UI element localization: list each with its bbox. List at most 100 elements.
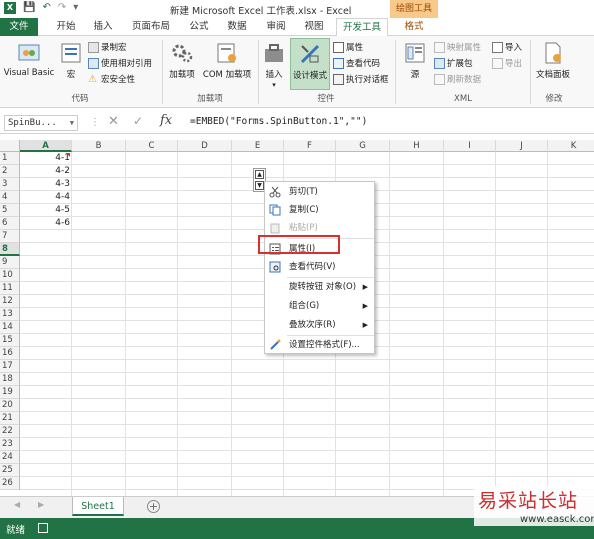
undo-icon[interactable]: ↶ [42, 2, 50, 14]
insert-function-button[interactable]: fx [160, 113, 172, 128]
document-panel-button[interactable]: 文档面板 [533, 41, 573, 80]
expansion-packs-button[interactable]: 扩展包 [434, 57, 473, 69]
formula-input[interactable]: =EMBED("Forms.SpinButton.1","") [190, 116, 367, 127]
cell-a1[interactable]: 4-1 [22, 152, 70, 165]
refresh-data-button[interactable]: 刷新数据 [434, 73, 481, 85]
save-icon[interactable]: 💾 [23, 2, 35, 14]
scroll-right-icon[interactable]: ▶ [38, 500, 44, 509]
view-code-button[interactable]: 查看代码 [333, 57, 380, 69]
menu-item-view-code[interactable]: 查看代码(V) [265, 258, 374, 276]
formula-bar: SpinBu... ▼ ⋮ ✕ ✓ fx =EMBED("Forms.SpinBu… [0, 112, 594, 134]
menu-item-spin-button-object[interactable]: 旋转按钮 对象(O) ▶ [265, 278, 374, 296]
tab-format[interactable]: 格式 [392, 18, 436, 36]
cell-a2[interactable]: 4-2 [22, 165, 70, 178]
column-header-k[interactable]: K [548, 140, 594, 152]
design-mode-button[interactable]: 设计模式 [290, 38, 330, 90]
row-header-2[interactable]: 2 [0, 165, 20, 178]
row-header-18[interactable]: 18 [0, 373, 20, 386]
menu-item-cut[interactable]: 剪切(T) [265, 183, 374, 201]
record-macro-button[interactable]: 录制宏 [88, 41, 127, 53]
row-header-6[interactable]: 6 [0, 217, 20, 230]
row-header-9[interactable]: 9 [0, 256, 20, 269]
visual-basic-button[interactable]: Visual Basic [3, 41, 55, 78]
column-header-e[interactable]: E [232, 140, 284, 152]
cell-a6[interactable]: 4-6 [22, 217, 70, 230]
column-header-f[interactable]: F [284, 140, 336, 152]
row-header-11[interactable]: 11 [0, 282, 20, 295]
tab-formulas[interactable]: 公式 [183, 18, 215, 36]
relative-reference-icon [88, 58, 99, 69]
cell-a5[interactable]: 4-5 [22, 204, 70, 217]
row-header-3[interactable]: 3 [0, 178, 20, 191]
chevron-down-icon[interactable]: ▼ [70, 116, 74, 130]
properties-button[interactable]: 属性 [333, 41, 363, 53]
source-button[interactable]: 源 [402, 41, 428, 80]
row-header-16[interactable]: 16 [0, 347, 20, 360]
import-button[interactable]: 导入 [492, 41, 522, 53]
row-header-21[interactable]: 21 [0, 412, 20, 425]
column-header-b[interactable]: B [72, 140, 126, 152]
row-header-5[interactable]: 5 [0, 204, 20, 217]
tab-review[interactable]: 审阅 [260, 18, 292, 36]
tab-view[interactable]: 视图 [298, 18, 330, 36]
row-header-22[interactable]: 22 [0, 425, 20, 438]
tab-insert[interactable]: 插入 [87, 18, 119, 36]
sheet-tab[interactable]: Sheet1 [72, 497, 124, 516]
relative-reference-button[interactable]: 使用相对引用 [88, 57, 152, 69]
customize-qat-icon[interactable]: ▾ [73, 2, 78, 14]
row-header-10[interactable]: 10 [0, 269, 20, 282]
tab-developer[interactable]: 开发工具 [336, 18, 388, 37]
add-sheet-icon[interactable]: + [147, 500, 160, 513]
row-header-17[interactable]: 17 [0, 360, 20, 373]
column-header-i[interactable]: I [444, 140, 496, 152]
tab-data[interactable]: 数据 [221, 18, 253, 36]
spin-down-icon[interactable]: ▼ [255, 181, 264, 190]
row-header-26[interactable]: 26 [0, 477, 20, 490]
column-header-d[interactable]: D [178, 140, 232, 152]
export-button[interactable]: 导出 [492, 57, 522, 69]
row-header-13[interactable]: 13 [0, 308, 20, 321]
row-header-24[interactable]: 24 [0, 451, 20, 464]
redo-icon[interactable]: ↷ [58, 2, 66, 14]
row-header-1[interactable]: 1 [0, 152, 20, 165]
insert-control-button[interactable]: 插入 ▾ [261, 41, 287, 90]
tab-file[interactable]: 文件 [0, 18, 38, 36]
row-header-23[interactable]: 23 [0, 438, 20, 451]
row-header-25[interactable]: 25 [0, 464, 20, 477]
spin-up-icon[interactable]: ▲ [255, 170, 264, 179]
row-header-12[interactable]: 12 [0, 295, 20, 308]
controls-group-label: 控件 [317, 94, 335, 104]
column-header-g[interactable]: G [336, 140, 390, 152]
name-box[interactable]: SpinBu... ▼ [4, 115, 78, 131]
column-header-h[interactable]: H [390, 140, 444, 152]
tab-home[interactable]: 开始 [50, 18, 82, 36]
menu-item-format-control[interactable]: 设置控件格式(F)... [265, 336, 374, 354]
cell-a3[interactable]: 4-3 [22, 178, 70, 191]
addins-button[interactable]: 加载项 [166, 41, 198, 80]
macro-record-icon[interactable] [38, 523, 48, 533]
row-header-4[interactable]: 4 [0, 191, 20, 204]
row-header-15[interactable]: 15 [0, 334, 20, 347]
macros-button[interactable]: 宏 [58, 41, 84, 80]
enter-icon[interactable]: ✓ [133, 114, 143, 128]
column-header-a[interactable]: A [20, 140, 72, 152]
cancel-icon[interactable]: ✕ [108, 114, 119, 129]
select-all-button[interactable] [0, 140, 20, 152]
row-header-20[interactable]: 20 [0, 399, 20, 412]
cell-a4[interactable]: 4-4 [22, 191, 70, 204]
scroll-left-icon[interactable]: ◀ [14, 500, 20, 509]
com-addins-button[interactable]: COM 加载项 [200, 41, 254, 80]
row-header-7[interactable]: 7 [0, 230, 20, 243]
menu-item-group[interactable]: 组合(G) ▶ [265, 297, 374, 315]
row-header-19[interactable]: 19 [0, 386, 20, 399]
map-properties-button[interactable]: 映射属性 [434, 41, 481, 53]
column-header-j[interactable]: J [496, 140, 548, 152]
menu-item-copy[interactable]: 复制(C) [265, 201, 374, 219]
menu-item-order[interactable]: 叠放次序(R) ▶ [265, 316, 374, 334]
macro-security-button[interactable]: ⚠ 宏安全性 [88, 73, 135, 85]
tab-page-layout[interactable]: 页面布局 [126, 18, 176, 36]
column-header-c[interactable]: C [126, 140, 178, 152]
run-dialog-button[interactable]: 执行对话框 [333, 73, 389, 85]
row-header-14[interactable]: 14 [0, 321, 20, 334]
row-header-8[interactable]: 8 [0, 243, 20, 256]
